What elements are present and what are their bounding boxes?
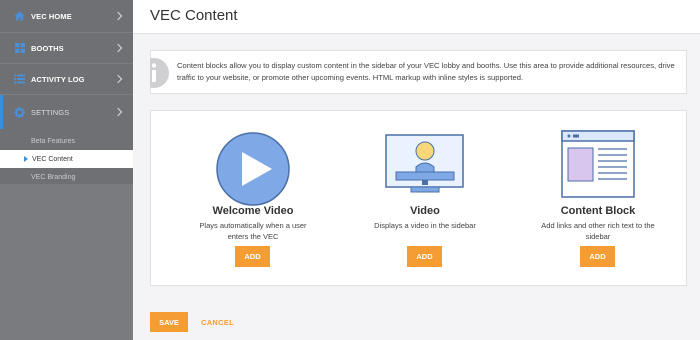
sidebar-item-label: SETTINGS [31,107,70,117]
cancel-button[interactable]: CANCEL [201,312,234,332]
settings-submenu: Beta Features VEC Content VEC Branding [0,132,133,186]
sidebar-subitem-vec-content[interactable]: VEC Content [0,150,133,168]
block-title: Video [410,205,440,217]
chevron-right-icon [113,74,123,84]
active-indicator-icon [24,156,28,162]
grid-icon [14,43,25,54]
sidebar-subitem-label: Beta Features [31,137,75,145]
gear-icon [14,106,25,118]
sidebar-subitem-beta-features[interactable]: Beta Features [0,132,133,150]
page-title: VEC Content [150,7,238,24]
chevron-right-icon [113,107,123,117]
chevron-right-icon [113,11,123,21]
sidebar: VEC HOME BOOTHS ACTIVITY LOG SETTINGS Be… [0,0,133,340]
sidebar-empty-area [0,184,133,340]
content-block-icon [518,129,678,209]
add-content-block-button[interactable]: ADD [580,246,615,267]
sidebar-item-label: BOOTHS [31,43,64,53]
sidebar-item-label: ACTIVITY LOG [31,74,85,84]
sidebar-item-booths[interactable]: BOOTHS [0,33,133,64]
home-icon [14,11,25,22]
block-description: Displays a video in the sidebar [374,221,476,230]
info-box: Content blocks allow you to display cust… [150,50,687,94]
sidebar-subitem-label: VEC Content [32,155,73,163]
block-title: Content Block [560,205,636,217]
play-icon [173,129,333,209]
block-title: Welcome Video [212,205,294,217]
add-video-button[interactable]: ADD [407,246,442,267]
sidebar-subitem-label: VEC Branding [31,173,76,181]
sidebar-item-label: VEC HOME [31,11,72,21]
sidebar-item-vec-home[interactable]: VEC HOME [0,0,133,33]
content-block-types: Welcome Video Plays automatically when a… [150,110,687,286]
chevron-right-icon [113,43,123,53]
info-text: Content blocks allow you to display cust… [177,61,675,82]
sidebar-item-activity-log[interactable]: ACTIVITY LOG [0,64,133,95]
block-description: Plays automatically when a user enters t… [199,221,307,241]
block-description: Add links and other rich text to the sid… [541,221,655,241]
list-icon [14,74,25,85]
sidebar-item-settings[interactable]: SETTINGS [0,95,133,129]
info-icon [150,57,170,89]
main-content: VEC Content Content blocks allow you to … [133,0,700,340]
save-button[interactable]: SAVE [150,312,188,332]
add-welcome-video-button[interactable]: ADD [235,246,270,267]
video-monitor-icon [345,129,505,209]
